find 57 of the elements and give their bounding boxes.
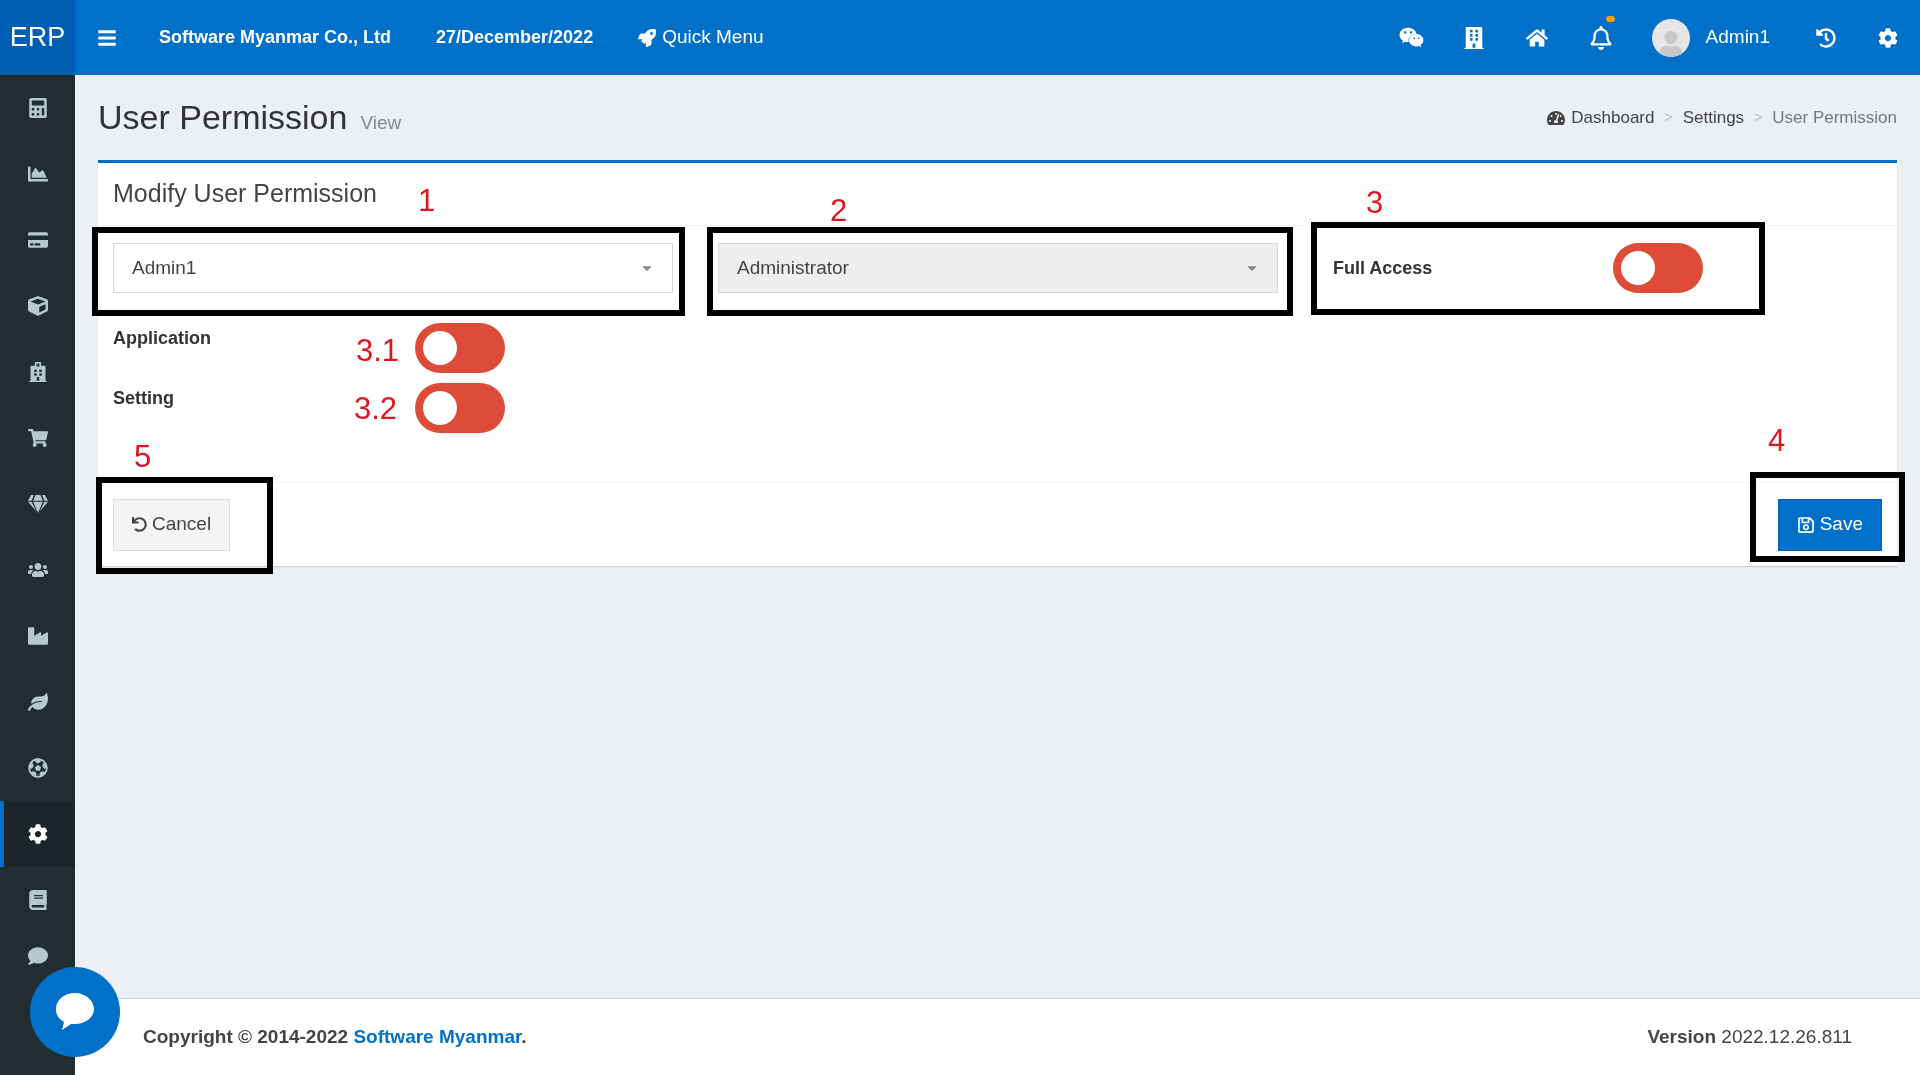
- rocket-icon: [638, 28, 657, 47]
- annotation-number: 2: [830, 195, 848, 226]
- permission-label: Application: [113, 328, 211, 348]
- menu-icon[interactable]: [97, 27, 117, 48]
- settings-icon[interactable]: [1878, 27, 1898, 48]
- toggle-switch[interactable]: [1613, 243, 1703, 293]
- permission-label: Setting: [113, 388, 174, 408]
- users-icon: [27, 560, 48, 580]
- page-subtitle: View: [360, 111, 402, 135]
- diamond-icon: [27, 494, 48, 514]
- calculator-icon: [27, 98, 48, 118]
- avatar[interactable]: [1651, 18, 1690, 57]
- current-date: 27/December/2022: [436, 26, 594, 49]
- annotation-number: 5: [134, 441, 152, 472]
- history-icon[interactable]: [1816, 27, 1836, 48]
- settings-icon: [27, 824, 48, 844]
- dashboard-icon: [1547, 108, 1566, 127]
- user-name[interactable]: Admin1: [1705, 23, 1770, 52]
- cart-icon: [27, 428, 48, 448]
- page-title: User Permission: [98, 97, 348, 138]
- annotation-number: 3.2: [354, 393, 398, 424]
- toggle-switch[interactable]: [415, 323, 505, 373]
- card-title: Modify User Permission: [113, 178, 377, 210]
- area-chart-icon: [27, 164, 48, 184]
- book-icon: [27, 890, 48, 910]
- version-text: Version 2022.12.26.811: [1647, 1024, 1852, 1049]
- breadcrumb-separator: >: [1664, 108, 1673, 127]
- annotation-number: 3.1: [356, 335, 400, 366]
- building-icon[interactable]: [1463, 26, 1484, 49]
- breadcrumb-link[interactable]: User Permission: [1772, 104, 1897, 131]
- sidebar-item[interactable]: [0, 801, 75, 867]
- annotation-number: 1: [418, 185, 436, 216]
- breadcrumb-separator: >: [1754, 108, 1763, 127]
- full-access-label: Full Access: [1333, 257, 1433, 280]
- leaf-icon: [27, 692, 48, 712]
- credit-card-icon: [27, 230, 48, 250]
- toggle-switch[interactable]: [415, 383, 505, 433]
- copyright-text: Copyright © 2014-2022 Software Myanmar.: [143, 1024, 527, 1049]
- speech-bubble-icon: [27, 946, 48, 966]
- factory-icon: [27, 626, 48, 646]
- save-icon: [1796, 515, 1815, 534]
- select-field[interactable]: Admin1: [113, 243, 673, 293]
- hospital-icon: [27, 362, 48, 382]
- save-button[interactable]: Save: [1777, 498, 1882, 551]
- annotation-number: 3: [1366, 187, 1384, 218]
- company-name: Software Myanmar Co., Ltd: [159, 26, 392, 49]
- breadcrumb-link[interactable]: Dashboard: [1547, 104, 1655, 131]
- home-icon[interactable]: [1525, 26, 1548, 49]
- logo[interactable]: ERP: [0, 0, 75, 75]
- company-link[interactable]: Software Myanmar: [353, 1025, 522, 1047]
- undo-icon: [132, 517, 147, 532]
- breadcrumb-link[interactable]: Settings: [1682, 104, 1745, 131]
- quick-menu-link[interactable]: Quick Menu: [638, 23, 764, 52]
- annotation-number: 4: [1768, 425, 1786, 456]
- cancel-button[interactable]: Cancel: [113, 498, 231, 551]
- cube-icon: [27, 296, 48, 316]
- chat-icon[interactable]: [1398, 25, 1424, 50]
